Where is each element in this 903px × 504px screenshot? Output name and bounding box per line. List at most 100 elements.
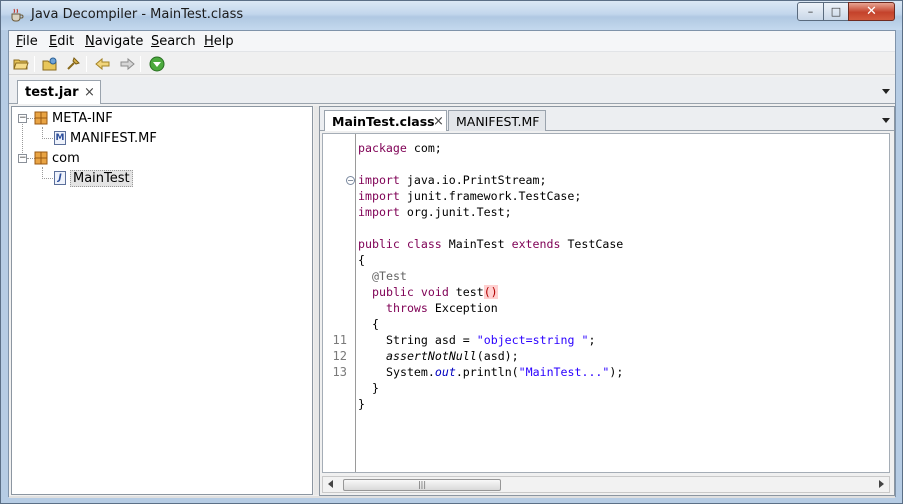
scroll-left-icon[interactable] xyxy=(328,480,333,488)
java-class-icon: J xyxy=(54,171,66,185)
scroll-right-icon[interactable] xyxy=(879,480,884,488)
code-line: } xyxy=(358,397,365,411)
menu-navigate-mnemonic: N xyxy=(85,34,95,49)
open-file-icon xyxy=(13,59,29,70)
tab-maintest-class[interactable]: MainTest.class × xyxy=(324,110,447,131)
code-text: (asd); xyxy=(476,349,519,363)
code-line: { xyxy=(372,317,379,331)
line-number: 13 xyxy=(332,365,347,379)
package-icon xyxy=(34,151,48,165)
fold-toggle-icon[interactable]: − xyxy=(346,176,355,185)
code-line: import org.junit.Test; xyxy=(358,205,512,219)
code-text: com; xyxy=(406,141,442,155)
toolbar-separator xyxy=(140,56,141,72)
toolbar-separator xyxy=(86,56,87,72)
open-file-button[interactable] xyxy=(12,55,30,73)
matched-paren: () xyxy=(483,285,498,299)
minimize-button[interactable]: – xyxy=(797,2,824,21)
code-text: String asd = xyxy=(386,333,477,347)
collapse-toggle-icon[interactable]: − xyxy=(18,114,27,123)
tree-node-maintest[interactable]: J MainTest xyxy=(54,169,133,187)
back-button[interactable] xyxy=(94,55,112,73)
tab-list-dropdown-icon[interactable] xyxy=(882,118,890,123)
code-string: "object=string " xyxy=(476,333,589,347)
code-string: "MainTest..." xyxy=(518,365,610,379)
code-line: import junit.framework.TestCase; xyxy=(358,189,581,203)
menu-file[interactable]: File xyxy=(16,34,38,49)
tab-manifest-mf[interactable]: MANIFEST.MF xyxy=(448,110,546,131)
menu-help-label: elp xyxy=(213,34,234,49)
code-line: import java.io.PrintStream; xyxy=(358,173,546,187)
code-text: test xyxy=(448,285,484,299)
code-line: System.out.println("MainTest..."); xyxy=(386,365,623,379)
menu-edit[interactable]: Edit xyxy=(49,34,74,49)
close-tab-icon[interactable]: × xyxy=(433,114,444,129)
package-icon xyxy=(34,111,48,125)
title-bar[interactable]: Java Decompiler - MainTest.class – □ ✕ xyxy=(1,1,902,30)
code-static-field: out xyxy=(434,365,456,379)
tree-node-manifest[interactable]: M MANIFEST.MF xyxy=(54,129,157,147)
editor-tab-bar: MainTest.class × MANIFEST.MF xyxy=(320,107,894,131)
code-keyword: public xyxy=(358,237,400,251)
code-text: junit.framework.TestCase; xyxy=(399,189,582,203)
code-keyword: extends xyxy=(511,237,561,251)
code-text: org.junit.Test; xyxy=(399,205,512,219)
code-line: throws Exception xyxy=(386,301,498,315)
app-window: Java Decompiler - MainTest.class – □ ✕ F… xyxy=(0,0,903,504)
tab-label: MANIFEST.MF xyxy=(456,114,540,129)
tab-label: MainTest.class xyxy=(332,114,435,129)
toolbar-separator xyxy=(34,56,35,72)
code-line: public class MainTest extends TestCase xyxy=(358,237,623,251)
toolbar xyxy=(9,53,895,75)
tree-node-label: MANIFEST.MF xyxy=(70,130,157,146)
menu-navigate-label: avigate xyxy=(94,34,144,49)
menu-navigate[interactable]: Navigate xyxy=(85,34,143,49)
menu-bar: File Edit Navigate Search Help xyxy=(9,31,895,52)
code-line: { xyxy=(358,253,365,267)
forward-button[interactable] xyxy=(118,55,136,73)
code-text: .println( xyxy=(455,365,519,379)
code-line: package com; xyxy=(358,141,442,155)
close-window-button[interactable]: ✕ xyxy=(848,2,895,21)
menu-edit-label: dit xyxy=(57,34,75,49)
menu-edit-mnemonic: E xyxy=(49,34,58,49)
tree-node-meta-inf[interactable]: META-INF xyxy=(34,109,113,127)
back-icon xyxy=(95,57,110,71)
horizontal-scrollbar[interactable]: ||| xyxy=(322,476,890,493)
open-type-icon xyxy=(42,57,57,71)
line-number: 12 xyxy=(332,349,347,363)
code-line: assertNotNull(asd); xyxy=(386,349,519,363)
close-tab-icon[interactable]: × xyxy=(84,85,95,100)
about-button[interactable] xyxy=(148,55,166,73)
menu-search-label: earch xyxy=(159,34,196,49)
line-gutter: − 11 12 13 xyxy=(323,134,356,472)
search-button[interactable] xyxy=(64,55,82,73)
forward-icon xyxy=(120,57,135,71)
jar-tab-bar: test.jar × xyxy=(9,77,895,104)
tab-list-dropdown-icon[interactable] xyxy=(882,89,890,94)
tab-test-jar-label: test.jar xyxy=(25,85,79,100)
code-line: String asd = "object=string "; xyxy=(386,333,595,347)
code-text: java.io.PrintStream; xyxy=(399,173,547,187)
menu-file-label: ile xyxy=(22,34,38,49)
collapse-toggle-icon[interactable]: − xyxy=(18,154,27,163)
window-title: Java Decompiler - MainTest.class xyxy=(31,7,244,22)
editor-area: MainTest.class × MANIFEST.MF − 11 12 13 … xyxy=(319,106,895,496)
code-view[interactable]: − 11 12 13 package com; import java.io.P… xyxy=(322,133,890,473)
maximize-button[interactable]: □ xyxy=(823,2,849,21)
tree-node-label: META-INF xyxy=(52,110,113,126)
menu-help[interactable]: Help xyxy=(204,34,234,49)
open-type-button[interactable] xyxy=(41,55,59,73)
code-keyword: public xyxy=(372,285,414,299)
menu-help-mnemonic: H xyxy=(204,34,214,49)
code-line: } xyxy=(372,381,379,395)
main-client-area: File Edit Navigate Search Help test.jar … xyxy=(8,30,896,498)
code-keyword: import xyxy=(358,189,400,203)
scrollbar-thumb[interactable]: ||| xyxy=(343,479,501,491)
tree-node-com[interactable]: com xyxy=(34,149,80,167)
menu-search[interactable]: Search xyxy=(151,34,196,49)
file-tree: − META-INF M MANIFEST.MF − com J MainTes… xyxy=(11,106,313,495)
code-text: TestCase xyxy=(560,237,624,251)
tab-test-jar[interactable]: test.jar × xyxy=(17,80,101,104)
maximize-icon: □ xyxy=(830,5,842,18)
